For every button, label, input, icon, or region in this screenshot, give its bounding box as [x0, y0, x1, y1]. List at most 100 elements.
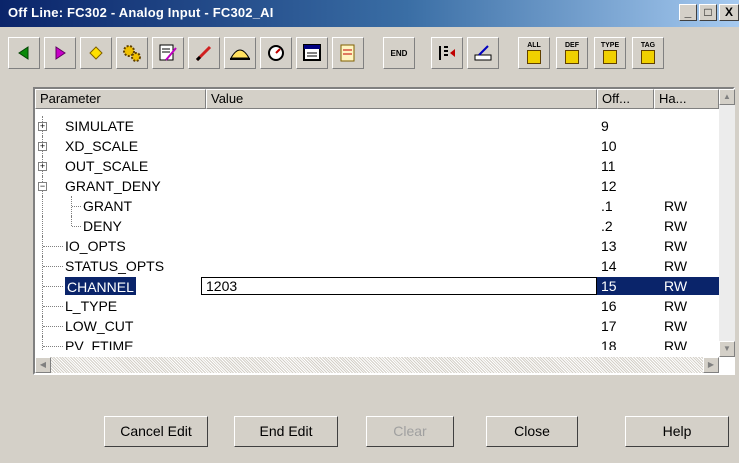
parameter-handling: RW — [664, 278, 688, 294]
table-row[interactable]: GRANT .1 RW — [35, 196, 719, 216]
vertical-scrollbar[interactable]: ▲ ▼ — [719, 89, 735, 357]
table-row[interactable]: L_TYPE 16 RW — [35, 296, 719, 316]
gauge-button[interactable] — [260, 37, 292, 69]
parameter-offset: 11 — [601, 158, 616, 174]
all-label: ALL — [527, 42, 541, 49]
sign-icon — [474, 45, 492, 61]
tree-connector — [72, 226, 81, 228]
value-edit-field[interactable]: 1203 — [201, 277, 597, 295]
dome-button[interactable] — [224, 37, 256, 69]
header-value[interactable]: Value — [206, 89, 597, 109]
header-handling[interactable]: Ha... — [654, 89, 719, 109]
parameter-offset: 12 — [601, 178, 617, 194]
tree-guide — [42, 196, 44, 216]
table-row[interactable]: − GRANT_DENY 12 — [35, 176, 719, 196]
parameter-offset: 9 — [601, 118, 609, 134]
close-button[interactable]: Close — [486, 416, 578, 447]
tag-label: TAG — [640, 42, 656, 49]
parameter-offset: 10 — [601, 138, 617, 154]
maximize-button[interactable]: □ — [699, 4, 717, 21]
window-icon — [303, 44, 321, 61]
parameter-offset: 18 — [601, 338, 617, 350]
minimize-button[interactable]: _ — [679, 4, 697, 21]
table-row[interactable]: LOW_CUT 17 RW — [35, 316, 719, 336]
type-label: TYPE — [600, 42, 620, 49]
parameter-table: Parameter Value Off... Ha... + SIMULATE 9 +… — [33, 87, 735, 375]
scroll-right-button[interactable]: ▶ — [703, 357, 719, 373]
left-arrow-icon — [18, 46, 29, 60]
table-row[interactable]: + OUT_SCALE 11 — [35, 156, 719, 176]
parameter-name: LOW_CUT — [65, 318, 134, 334]
expand-icon[interactable]: + — [38, 122, 47, 131]
table-row[interactable]: + XD_SCALE 10 — [35, 136, 719, 156]
parameter-offset: 14 — [601, 258, 617, 274]
parameter-name: PV_FTIME — [65, 338, 134, 350]
parameter-handling: RW — [664, 258, 688, 274]
parameter-name: SIMULATE — [65, 118, 134, 134]
tree-connector — [43, 266, 63, 268]
all-button[interactable]: ALL — [518, 37, 550, 69]
tree-connector — [43, 346, 63, 348]
parameter-handling: RW — [664, 238, 688, 254]
table-row[interactable]: STATUS_OPTS 14 RW — [35, 256, 719, 276]
forward-button[interactable] — [44, 37, 76, 69]
horizontal-scrollbar[interactable]: ◀ ▶ — [35, 357, 719, 373]
window-button[interactable] — [296, 37, 328, 69]
parameter-offset: 16 — [601, 298, 617, 314]
tree-connector — [72, 206, 81, 208]
close-window-button[interactable]: X — [719, 4, 739, 21]
parameter-name: L_TYPE — [65, 298, 118, 314]
diamond-button[interactable] — [80, 37, 112, 69]
parameter-handling: RW — [664, 298, 688, 314]
end-button[interactable]: END — [383, 37, 415, 69]
parameter-offset: 13 — [601, 238, 617, 254]
edit-document-icon — [159, 44, 177, 61]
scroll-button[interactable] — [332, 37, 364, 69]
right-arrow-icon — [55, 46, 66, 60]
table-row[interactable]: CHANNEL 1203 15 RW — [35, 276, 719, 296]
block-icon: DEF — [565, 42, 579, 64]
sign-button[interactable] — [467, 37, 499, 69]
tree-connector — [43, 246, 63, 248]
window-title: Off Line: FC302 - Analog Input - FC302_A… — [8, 5, 274, 20]
type-button[interactable]: TYPE — [594, 37, 626, 69]
expand-icon[interactable]: + — [38, 142, 47, 151]
parameter-offset: 15 — [601, 278, 617, 294]
parameter-name: OUT_SCALE — [65, 158, 149, 174]
header-offset[interactable]: Off... — [597, 89, 654, 109]
gauge-icon — [268, 45, 284, 61]
tree-guide — [71, 216, 73, 226]
tag-button[interactable]: TAG — [632, 37, 664, 69]
end-edit-button[interactable]: End Edit — [234, 416, 338, 447]
header-parameter[interactable]: Parameter — [35, 89, 206, 109]
diamond-icon — [89, 46, 103, 60]
expand-icon[interactable]: + — [38, 162, 47, 171]
list-arrow-icon — [439, 46, 455, 60]
table-row[interactable]: PV_FTIME 18 RW — [35, 336, 719, 350]
list-arrow-button[interactable] — [431, 37, 463, 69]
help-button[interactable]: Help — [625, 416, 729, 447]
table-row[interactable]: IO_OPTS 13 RW — [35, 236, 719, 256]
edit-document-button[interactable] — [152, 37, 184, 69]
parameter-name: XD_SCALE — [65, 138, 139, 154]
cancel-edit-button[interactable]: Cancel Edit — [104, 416, 208, 447]
parameter-offset: .1 — [601, 198, 613, 214]
scroll-icon — [340, 44, 355, 62]
parameter-name[interactable]: CHANNEL — [65, 277, 136, 295]
scroll-down-button[interactable]: ▼ — [719, 341, 735, 357]
scroll-left-button[interactable]: ◀ — [35, 357, 51, 373]
parameter-name: GRANT_DENY — [65, 178, 161, 194]
scroll-up-button[interactable]: ▲ — [719, 89, 735, 105]
parameter-offset: .2 — [601, 218, 613, 234]
table-row[interactable]: + SIMULATE 9 — [35, 116, 719, 136]
table-row[interactable]: DENY .2 RW — [35, 216, 719, 236]
pencil-button[interactable] — [188, 37, 220, 69]
clear-button[interactable]: Clear — [366, 416, 454, 447]
collapse-icon[interactable]: − — [38, 182, 47, 191]
parameter-handling: RW — [664, 218, 688, 234]
parameter-name: DENY — [83, 218, 122, 234]
tree-connector — [43, 306, 63, 308]
back-button[interactable] — [8, 37, 40, 69]
def-button[interactable]: DEF — [556, 37, 588, 69]
gears-button[interactable] — [116, 37, 148, 69]
